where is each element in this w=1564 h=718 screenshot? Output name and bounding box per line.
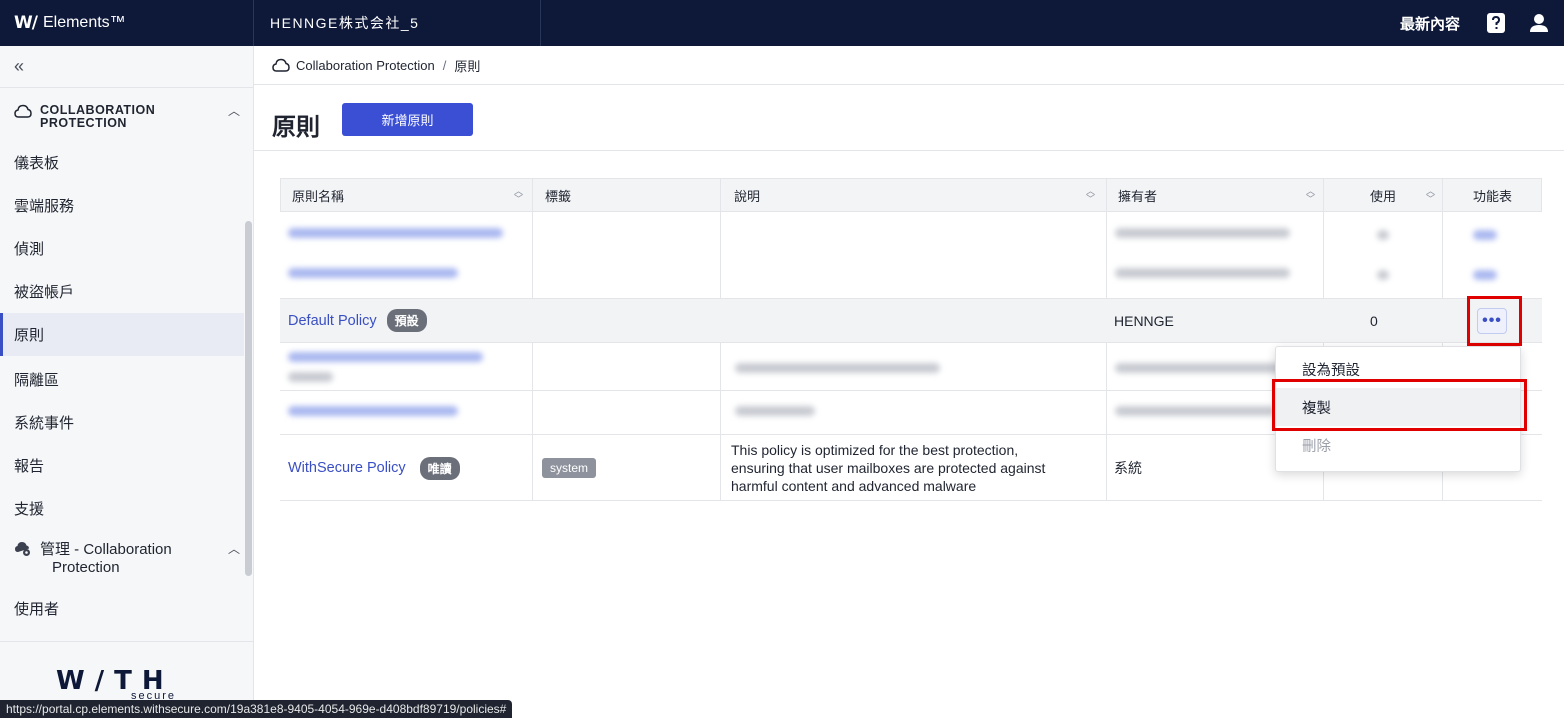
menu-item-delete[interactable]: 刪除 <box>1276 426 1520 464</box>
breadcrumb: Collaboration Protection / 原則 <box>254 46 1564 85</box>
usage-cell: 0 <box>1370 312 1378 329</box>
latest-news-link[interactable]: 最新內容 <box>1400 0 1460 46</box>
redacted-menu <box>1473 230 1497 240</box>
redacted-policy-name <box>288 268 458 278</box>
sidebar-divider <box>0 641 253 642</box>
column-header-tags: 標籤 <box>545 188 572 204</box>
sort-icon[interactable]: ︿ ﹀ <box>514 187 523 204</box>
section-management[interactable]: 管理 - Collaboration Protection <box>14 541 172 577</box>
owner-cell: 系統 <box>1114 460 1142 476</box>
breadcrumb-separator: / <box>442 57 447 73</box>
tags-cell: system <box>542 435 597 501</box>
breadcrumb-current: 原則 <box>454 58 481 74</box>
redacted-owner <box>1115 228 1290 238</box>
redacted-usage <box>1377 270 1389 280</box>
chevron-up-icon[interactable]: ︿ <box>228 102 240 119</box>
redacted-owner <box>1115 363 1285 373</box>
top-bar: W/ Elements™ HENNGE株式会社_5 最新內容 <box>0 0 1564 46</box>
redacted-usage <box>1377 230 1389 240</box>
cloud-icon <box>272 58 290 72</box>
column-header-usage[interactable]: 使用 <box>1370 178 1396 212</box>
sort-icon[interactable]: ︿ ﹀ <box>1086 187 1095 204</box>
sidebar-item-system-events[interactable]: 系統事件 <box>0 401 244 444</box>
help-icon[interactable] <box>1486 12 1506 34</box>
sidebar-item-detections[interactable]: 偵測 <box>0 227 244 270</box>
highlight-box <box>1272 379 1527 431</box>
redacted-policy-name <box>288 352 483 362</box>
table-header <box>280 178 1542 212</box>
description-cell: This policy is optimized for the best pr… <box>731 435 1045 501</box>
column-header-name[interactable]: 原則名稱 <box>292 178 344 212</box>
sidebar-item-support[interactable]: 支援 <box>0 487 244 530</box>
header-divider <box>254 150 1564 151</box>
sidebar-item-reports[interactable]: 報告 <box>0 444 244 487</box>
system-tag: system <box>542 458 597 478</box>
sidebar-item-compromised-accounts[interactable]: 被盜帳戶 <box>0 270 244 313</box>
section2-title-line2: Protection <box>52 559 120 576</box>
withsecure-logo-icon: W/ <box>14 13 38 33</box>
sidebar-item-cloud-services[interactable]: 雲端服務 <box>0 184 244 227</box>
section2-title-line1: 管理 - Collaboration <box>40 541 172 558</box>
column-header-owner[interactable]: 擁有者 <box>1118 178 1157 212</box>
policy-link-withsecure[interactable]: WithSecure Policy <box>288 460 406 476</box>
row-divider <box>280 500 1542 501</box>
table-row-name-cell: Default Policy 預設 <box>288 299 427 342</box>
sidebar: « COLLABORATION PROTECTION ︿ 儀表板 雲端服務 偵測… <box>0 46 254 718</box>
cloud-icon <box>14 104 32 118</box>
topbar-divider <box>253 0 254 46</box>
redacted-menu <box>1473 270 1497 280</box>
section-collaboration-protection[interactable]: COLLABORATION PROTECTION <box>14 104 155 130</box>
chevron-up-icon[interactable]: ︿ <box>228 540 240 557</box>
description-line: harmful content and advanced malware <box>731 478 977 494</box>
redacted-description <box>735 363 940 373</box>
table-row <box>280 299 1542 342</box>
status-bar-url: https://portal.cp.elements.withsecure.co… <box>0 700 513 718</box>
sidebar-item-users[interactable]: 使用者 <box>0 587 244 630</box>
breadcrumb-root[interactable]: Collaboration Protection <box>296 58 435 73</box>
redacted-description <box>735 406 815 416</box>
tenant-name[interactable]: HENNGE株式会社_5 <box>270 0 419 46</box>
sidebar-divider <box>0 87 253 88</box>
owner-cell: HENNGE <box>1114 312 1174 329</box>
redacted-policy-name <box>288 406 458 416</box>
default-badge: 預設 <box>386 309 427 332</box>
sidebar-item-dashboard[interactable]: 儀表板 <box>0 141 244 184</box>
page-title: 原則 <box>272 114 320 141</box>
sort-icon[interactable]: ︿ ﹀ <box>1426 187 1435 204</box>
sidebar-item-policies[interactable]: 原則 <box>0 313 244 356</box>
redacted-badge <box>288 372 333 382</box>
row-divider <box>280 342 1542 343</box>
description-line: ensuring that user mailboxes are protect… <box>731 460 1046 476</box>
redacted-policy-name <box>288 228 503 238</box>
column-header-description[interactable]: 說明 <box>734 178 760 212</box>
redacted-owner <box>1115 268 1290 278</box>
sidebar-item-quarantine[interactable]: 隔離區 <box>0 358 244 401</box>
table-row-name-cell: WithSecure Policy 唯讀 <box>288 435 460 501</box>
column-header-menu: 功能表 <box>1473 188 1513 204</box>
highlight-box <box>1467 296 1522 346</box>
redacted-owner <box>1115 406 1275 416</box>
topbar-divider <box>540 0 541 46</box>
collapse-sidebar-button[interactable]: « <box>14 56 24 77</box>
sidebar-scrollbar[interactable] <box>245 221 252 576</box>
add-policy-button[interactable]: 新增原則 <box>342 103 473 136</box>
cloud-settings-icon <box>15 542 30 556</box>
sort-icon[interactable]: ︿ ﹀ <box>1306 187 1315 204</box>
user-icon[interactable] <box>1529 12 1549 34</box>
policy-link-default[interactable]: Default Policy <box>288 313 377 329</box>
readonly-badge: 唯讀 <box>419 456 460 480</box>
brand-name: Elements™ <box>42 14 126 31</box>
description-line: This policy is optimized for the best pr… <box>731 442 1019 458</box>
section-title-line2: PROTECTION <box>40 116 127 130</box>
brand-logo[interactable]: W/ Elements™ <box>14 0 126 46</box>
